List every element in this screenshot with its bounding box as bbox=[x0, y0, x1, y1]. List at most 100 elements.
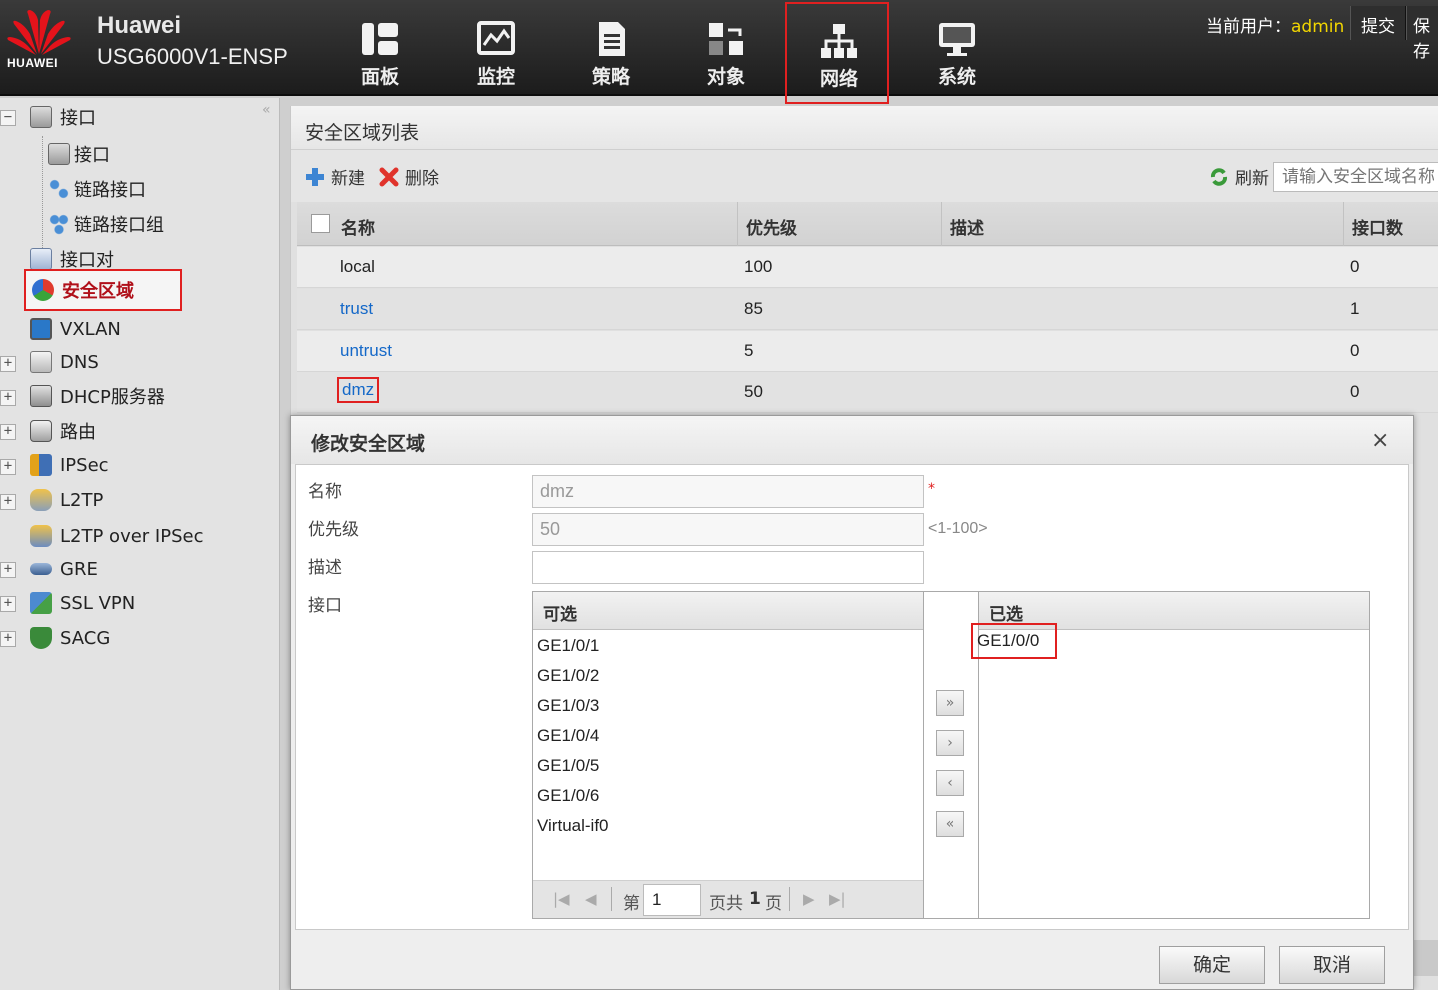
link-group-icon bbox=[48, 213, 70, 235]
priority-hint: <1-100> bbox=[928, 520, 988, 537]
sidebar-item-link-interface[interactable]: 链路接口 bbox=[48, 174, 146, 204]
sidebar-item-l2tp[interactable]: L2TP bbox=[30, 485, 103, 515]
selected-interfaces-list: 已选 GE1/0/0 bbox=[971, 591, 1370, 919]
sidebar-item-routing[interactable]: 路由 bbox=[30, 416, 96, 446]
list-item[interactable]: Virtual-if0 bbox=[537, 816, 609, 836]
policy-icon bbox=[599, 22, 625, 56]
collapse-toggle[interactable]: − bbox=[0, 110, 16, 126]
nav-dashboard[interactable]: 面板 bbox=[328, 0, 432, 96]
zone-search-input[interactable] bbox=[1273, 162, 1438, 192]
user-name: admin bbox=[1291, 17, 1345, 37]
expand-toggle[interactable]: + bbox=[0, 424, 16, 440]
delete-button[interactable]: 删除 bbox=[379, 164, 439, 189]
list-item[interactable]: GE1/0/4 bbox=[537, 726, 599, 746]
cancel-button[interactable]: 取消 bbox=[1279, 946, 1385, 984]
sidebar-item-vxlan[interactable]: VXLAN bbox=[30, 314, 121, 344]
scrollbar[interactable] bbox=[1414, 940, 1438, 976]
list-item[interactable]: GE1/0/1 bbox=[537, 636, 599, 656]
first-page-icon[interactable]: |◀ bbox=[553, 890, 570, 908]
sidebar-item-interface[interactable]: 接口 bbox=[48, 139, 110, 169]
available-list-title: 可选 bbox=[533, 592, 923, 630]
nav-system[interactable]: 系统 bbox=[905, 0, 1009, 96]
sidebar-item-gre[interactable]: GRE bbox=[30, 554, 98, 584]
expand-toggle[interactable]: + bbox=[0, 494, 16, 510]
sidebar-item-security-zone[interactable]: 安全区域 bbox=[24, 269, 182, 311]
sidebar-item-ssl-vpn[interactable]: SSL VPN bbox=[30, 588, 135, 618]
sidebar-item-dhcp-server[interactable]: DHCP服务器 bbox=[30, 381, 165, 411]
sidebar-item-sacg[interactable]: SACG bbox=[30, 623, 110, 653]
table-row[interactable]: local 100 0 bbox=[297, 247, 1438, 288]
zone-name-link[interactable]: untrust bbox=[340, 341, 392, 361]
description-field[interactable] bbox=[532, 551, 924, 584]
ok-button[interactable]: 确定 bbox=[1159, 946, 1265, 984]
column-header-interface-count[interactable]: 接口数 bbox=[1343, 202, 1403, 246]
sidebar-item-label: L2TP over IPSec bbox=[60, 525, 204, 547]
expand-toggle[interactable]: + bbox=[0, 356, 16, 372]
move-all-right-button[interactable]: » bbox=[936, 690, 964, 716]
list-item[interactable]: GE1/0/5 bbox=[537, 756, 599, 776]
sidebar-item-link-interface-group[interactable]: 链路接口组 bbox=[48, 209, 164, 239]
panel-title: 安全区域列表 bbox=[291, 106, 1438, 150]
expand-toggle[interactable]: + bbox=[0, 459, 16, 475]
shield-icon bbox=[30, 627, 52, 649]
next-page-icon[interactable]: ▶ bbox=[803, 890, 815, 908]
prev-page-icon[interactable]: ◀ bbox=[585, 890, 597, 908]
top-bar: HUAWEI Huawei USG6000V1-ENSP 面板 监控 策略 对象… bbox=[0, 0, 1438, 104]
zone-interface-count: 0 bbox=[1350, 257, 1360, 276]
expand-toggle[interactable]: + bbox=[0, 390, 16, 406]
nav-label: 监控 bbox=[476, 66, 515, 88]
collapse-sidebar-icon[interactable]: « bbox=[262, 102, 271, 118]
list-item[interactable]: GE1/0/3 bbox=[537, 696, 599, 716]
zone-name-link[interactable]: dmz bbox=[337, 377, 380, 403]
l2tp-icon bbox=[30, 489, 52, 511]
select-all-checkbox[interactable] bbox=[311, 214, 330, 233]
move-all-left-button[interactable]: « bbox=[936, 811, 964, 837]
submit-button[interactable]: 提交 bbox=[1350, 6, 1406, 40]
list-item[interactable]: GE1/0/2 bbox=[537, 666, 599, 686]
column-header-name[interactable]: 名称 bbox=[333, 202, 375, 246]
column-header-description[interactable]: 描述 bbox=[941, 202, 984, 246]
move-right-button[interactable]: › bbox=[936, 730, 964, 756]
move-left-button[interactable]: ‹ bbox=[936, 770, 964, 796]
page-total-suffix: 页 bbox=[765, 894, 782, 914]
tree-line bbox=[42, 136, 43, 260]
sidebar-item-interface-group[interactable]: 接口 bbox=[30, 102, 96, 132]
table-row[interactable]: untrust 5 0 bbox=[297, 331, 1438, 372]
close-icon[interactable]: × bbox=[1371, 428, 1389, 453]
page-suffix: 页共 bbox=[709, 894, 743, 914]
delete-label: 删除 bbox=[405, 169, 439, 189]
nav-policy[interactable]: 策略 bbox=[559, 0, 663, 96]
refresh-button[interactable]: 刷新 bbox=[1209, 164, 1269, 189]
zone-priority: 85 bbox=[744, 299, 763, 318]
sidebar-item-ipsec[interactable]: IPSec bbox=[30, 450, 109, 480]
expand-toggle[interactable]: + bbox=[0, 596, 16, 612]
move-buttons: » › ‹ « bbox=[924, 591, 978, 919]
sidebar-item-dns[interactable]: DNS bbox=[30, 347, 99, 377]
expand-toggle[interactable]: + bbox=[0, 631, 16, 647]
nav-object[interactable]: 对象 bbox=[674, 0, 778, 96]
page-number-input[interactable] bbox=[643, 884, 701, 916]
sidebar-item-l2tp-over-ipsec[interactable]: L2TP over IPSec bbox=[30, 521, 203, 551]
nav-label: 策略 bbox=[591, 66, 630, 88]
new-button[interactable]: 新建 bbox=[305, 164, 365, 189]
sidebar-item-label: 接口 bbox=[74, 145, 110, 166]
table-row[interactable]: dmz 50 0 bbox=[297, 372, 1438, 413]
expand-toggle[interactable]: + bbox=[0, 562, 16, 578]
table-row[interactable]: trust 85 1 bbox=[297, 289, 1438, 330]
last-page-icon[interactable]: ▶| bbox=[829, 890, 846, 908]
dialog-body: 名称 * 优先级 <1-100> 描述 接口 可选 GE1/0/1 GE1/0/… bbox=[295, 464, 1409, 930]
save-button[interactable]: 保存 bbox=[1406, 6, 1438, 62]
sidebar-item-label: SACG bbox=[60, 627, 111, 649]
list-item[interactable]: GE1/0/0 bbox=[971, 623, 1058, 659]
column-header-priority[interactable]: 优先级 bbox=[737, 202, 797, 246]
delete-icon bbox=[379, 167, 399, 186]
interface-pair-icon bbox=[30, 248, 52, 270]
dhcp-server-icon bbox=[30, 385, 52, 407]
sidebar-item-label: 链路接口 bbox=[74, 180, 146, 201]
nav-monitor[interactable]: 监控 bbox=[444, 0, 548, 96]
sidebar-item-label: SSL VPN bbox=[60, 592, 136, 614]
nav-network[interactable]: 网络 bbox=[785, 2, 889, 104]
priority-label: 优先级 bbox=[308, 520, 359, 540]
zone-name-link[interactable]: trust bbox=[340, 299, 373, 319]
list-item[interactable]: GE1/0/6 bbox=[537, 786, 599, 806]
